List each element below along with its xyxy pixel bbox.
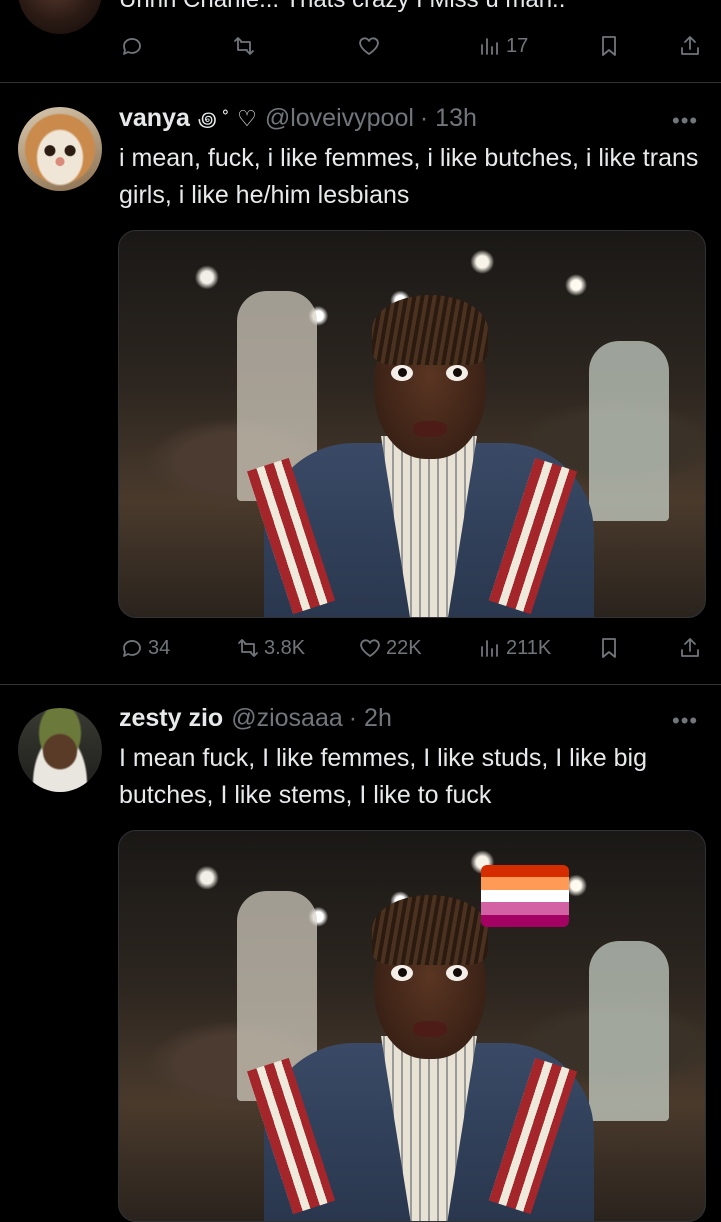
like-button[interactable]: 22K	[358, 636, 422, 660]
user-handle[interactable]: @ziosaaa	[231, 704, 343, 733]
lesbian-flag	[481, 865, 569, 927]
background-person	[589, 941, 669, 1121]
share-icon	[681, 638, 699, 657]
divider	[0, 684, 721, 685]
flag-stripe	[481, 865, 569, 878]
display-name[interactable]: zesty zio	[119, 704, 223, 733]
user-handle[interactable]: @loveivypool	[265, 104, 414, 133]
eye	[391, 965, 413, 981]
more-icon[interactable]: •••	[672, 708, 698, 734]
background-person	[589, 341, 669, 521]
retweet-icon	[234, 37, 254, 55]
timestamp[interactable]: · 2h	[349, 704, 392, 733]
like-button[interactable]	[357, 34, 381, 58]
flag-stripe	[481, 914, 569, 927]
avatar[interactable]	[18, 0, 102, 34]
tweet-header: vanya ꩜ ˚ ♡ @loveivypool · 13h	[119, 104, 477, 134]
bookmark-icon	[602, 638, 616, 658]
display-name[interactable]: vanya	[119, 104, 190, 133]
flag-stripe	[481, 877, 569, 890]
eye	[446, 965, 468, 981]
bookmark-button[interactable]	[597, 636, 621, 660]
eye	[446, 365, 468, 381]
reply-button[interactable]: 34	[120, 636, 170, 660]
retweet-button[interactable]: 3.8K	[236, 636, 305, 660]
bookmark-button[interactable]	[597, 34, 621, 58]
tweet-text: i mean, fuck, i like femmes, i like butc…	[119, 144, 699, 209]
name-symbol: ꩜ ˚	[197, 109, 230, 131]
reply-count: 34	[148, 636, 171, 659]
flag-stripe	[481, 902, 569, 915]
tweet-text: Uhhh Charlie... Thats crazy I Miss u man…	[119, 0, 565, 14]
share-icon	[681, 36, 699, 55]
like-count: 22K	[386, 636, 422, 659]
share-button[interactable]	[678, 636, 702, 660]
views-count: 17	[506, 34, 529, 57]
timestamp[interactable]: · 13h	[420, 104, 477, 133]
hair	[372, 895, 488, 965]
bookmark-icon	[602, 36, 616, 56]
eye	[391, 365, 413, 381]
views-button[interactable]: 17	[478, 34, 528, 58]
tweet-media[interactable]	[118, 830, 706, 1222]
retweet-count: 3.8K	[264, 636, 306, 659]
avatar[interactable]	[18, 708, 102, 792]
mouth	[413, 1021, 447, 1037]
views-count: 211K	[506, 636, 552, 659]
tweet-media[interactable]	[118, 230, 706, 618]
avatar[interactable]	[18, 107, 102, 191]
flag-stripe	[481, 889, 569, 903]
more-icon[interactable]: •••	[672, 108, 698, 134]
heart-icon: ♡	[237, 106, 257, 131]
hair	[372, 295, 488, 365]
reply-icon	[123, 640, 141, 657]
retweet-button[interactable]	[232, 34, 256, 58]
tweet-actions: 34 3.8K 22K 211K	[0, 636, 721, 666]
views-button[interactable]: 211K	[478, 636, 551, 660]
share-button[interactable]	[678, 34, 702, 58]
heart-icon	[359, 37, 379, 55]
mouth	[413, 421, 447, 437]
tweet-text: I mean fuck, I like femmes, I like studs…	[119, 744, 647, 809]
views-icon	[481, 640, 498, 657]
tweet-actions: 17	[0, 34, 721, 64]
tweet-header: zesty zio @ziosaaa · 2h	[119, 704, 392, 733]
heart-icon	[360, 639, 380, 657]
reply-icon	[123, 38, 141, 55]
reply-button[interactable]	[120, 34, 144, 58]
views-icon	[481, 38, 498, 55]
retweet-icon	[238, 639, 258, 657]
divider	[0, 82, 721, 83]
